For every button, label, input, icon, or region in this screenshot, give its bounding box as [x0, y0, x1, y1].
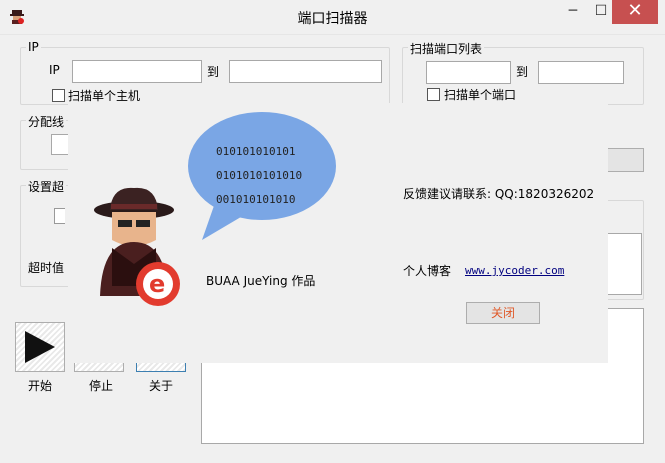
single-host-label: 扫描单个主机 [68, 89, 141, 103]
spy-mascot-icon: e [94, 187, 180, 306]
ip-from-input[interactable] [72, 60, 202, 83]
ip-label: IP [49, 63, 60, 77]
feedback-text: 反馈建议请联系: QQ:1820326202 [403, 187, 595, 201]
about-label: 关于 [149, 379, 174, 393]
stop-label: 停止 [89, 379, 114, 393]
port-list-box[interactable] [604, 233, 642, 295]
single-port-checkbox[interactable] [427, 88, 440, 101]
binary-line-2: 0101010101010 [216, 169, 303, 182]
settings-slider[interactable] [54, 208, 65, 224]
ip-to-input[interactable] [229, 60, 382, 83]
single-host-checkbox[interactable] [52, 89, 65, 102]
port-to-label: 到 [516, 65, 529, 79]
author-text: BUAA JueYing 作品 [206, 274, 316, 288]
binary-line-1: 010101010101 [216, 145, 296, 158]
maximize-button[interactable]: ☐ [588, 0, 614, 24]
binary-line-3: 001010101010 [216, 193, 296, 206]
start-button[interactable] [15, 322, 65, 372]
svg-text:e: e [149, 270, 165, 298]
timeout-label: 超时值 [28, 261, 65, 275]
close-window-button[interactable]: ✕ [612, 0, 658, 24]
thread-group-legend: 分配线 [26, 113, 67, 130]
play-icon [25, 331, 55, 363]
minimize-button[interactable]: ─ [560, 0, 586, 24]
settings-group-legend: 设置超 [26, 178, 67, 195]
about-close-button[interactable]: 关闭 [466, 302, 540, 324]
port-from-input[interactable] [426, 61, 511, 84]
blog-link[interactable]: www.jycoder.com [465, 264, 564, 277]
blog-label: 个人博客 [403, 264, 452, 278]
single-port-label: 扫描单个端口 [444, 88, 517, 102]
port-to-input[interactable] [538, 61, 624, 84]
port-group-legend: 扫描端口列表 [408, 40, 485, 57]
ip-to-label: 到 [207, 65, 220, 79]
ip-group-legend: IP [26, 40, 41, 54]
start-label: 开始 [28, 379, 53, 393]
